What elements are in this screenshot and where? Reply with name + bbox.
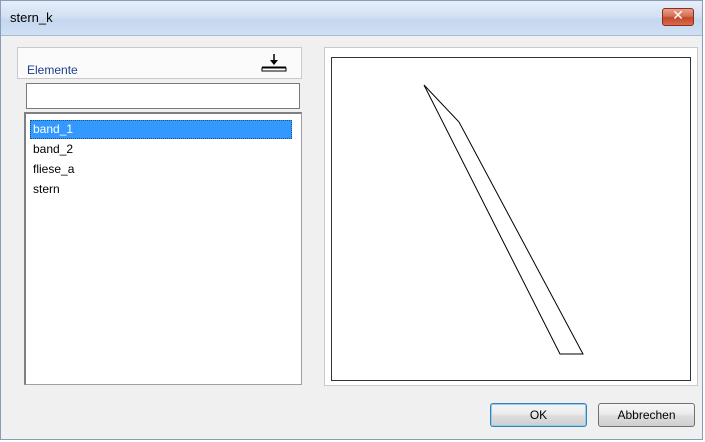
list-item-band-2[interactable]: band_2 <box>30 140 73 159</box>
preview-canvas <box>331 57 691 381</box>
list-item-fliese-a[interactable]: fliese_a <box>30 160 74 179</box>
title-bar[interactable]: stern_k ✕ <box>1 1 702 36</box>
elements-list[interactable]: band_1 band_2 fliese_a stern <box>24 112 302 385</box>
list-item-band-1[interactable]: band_1 <box>30 120 292 139</box>
preview-panel <box>324 47 698 386</box>
window-title: stern_k <box>10 10 53 25</box>
ok-button[interactable]: OK <box>490 403 587 427</box>
sort-down-icon[interactable] <box>258 52 290 74</box>
close-button[interactable]: ✕ <box>662 8 694 26</box>
cancel-button[interactable]: Abbrechen <box>598 403 695 427</box>
elements-header-label: Elemente <box>27 63 78 77</box>
elements-list-header: Elemente <box>17 47 302 79</box>
close-icon: ✕ <box>672 8 684 24</box>
list-item-stern[interactable]: stern <box>30 180 60 199</box>
filter-input[interactable] <box>26 83 300 109</box>
preview-shape <box>423 84 584 355</box>
